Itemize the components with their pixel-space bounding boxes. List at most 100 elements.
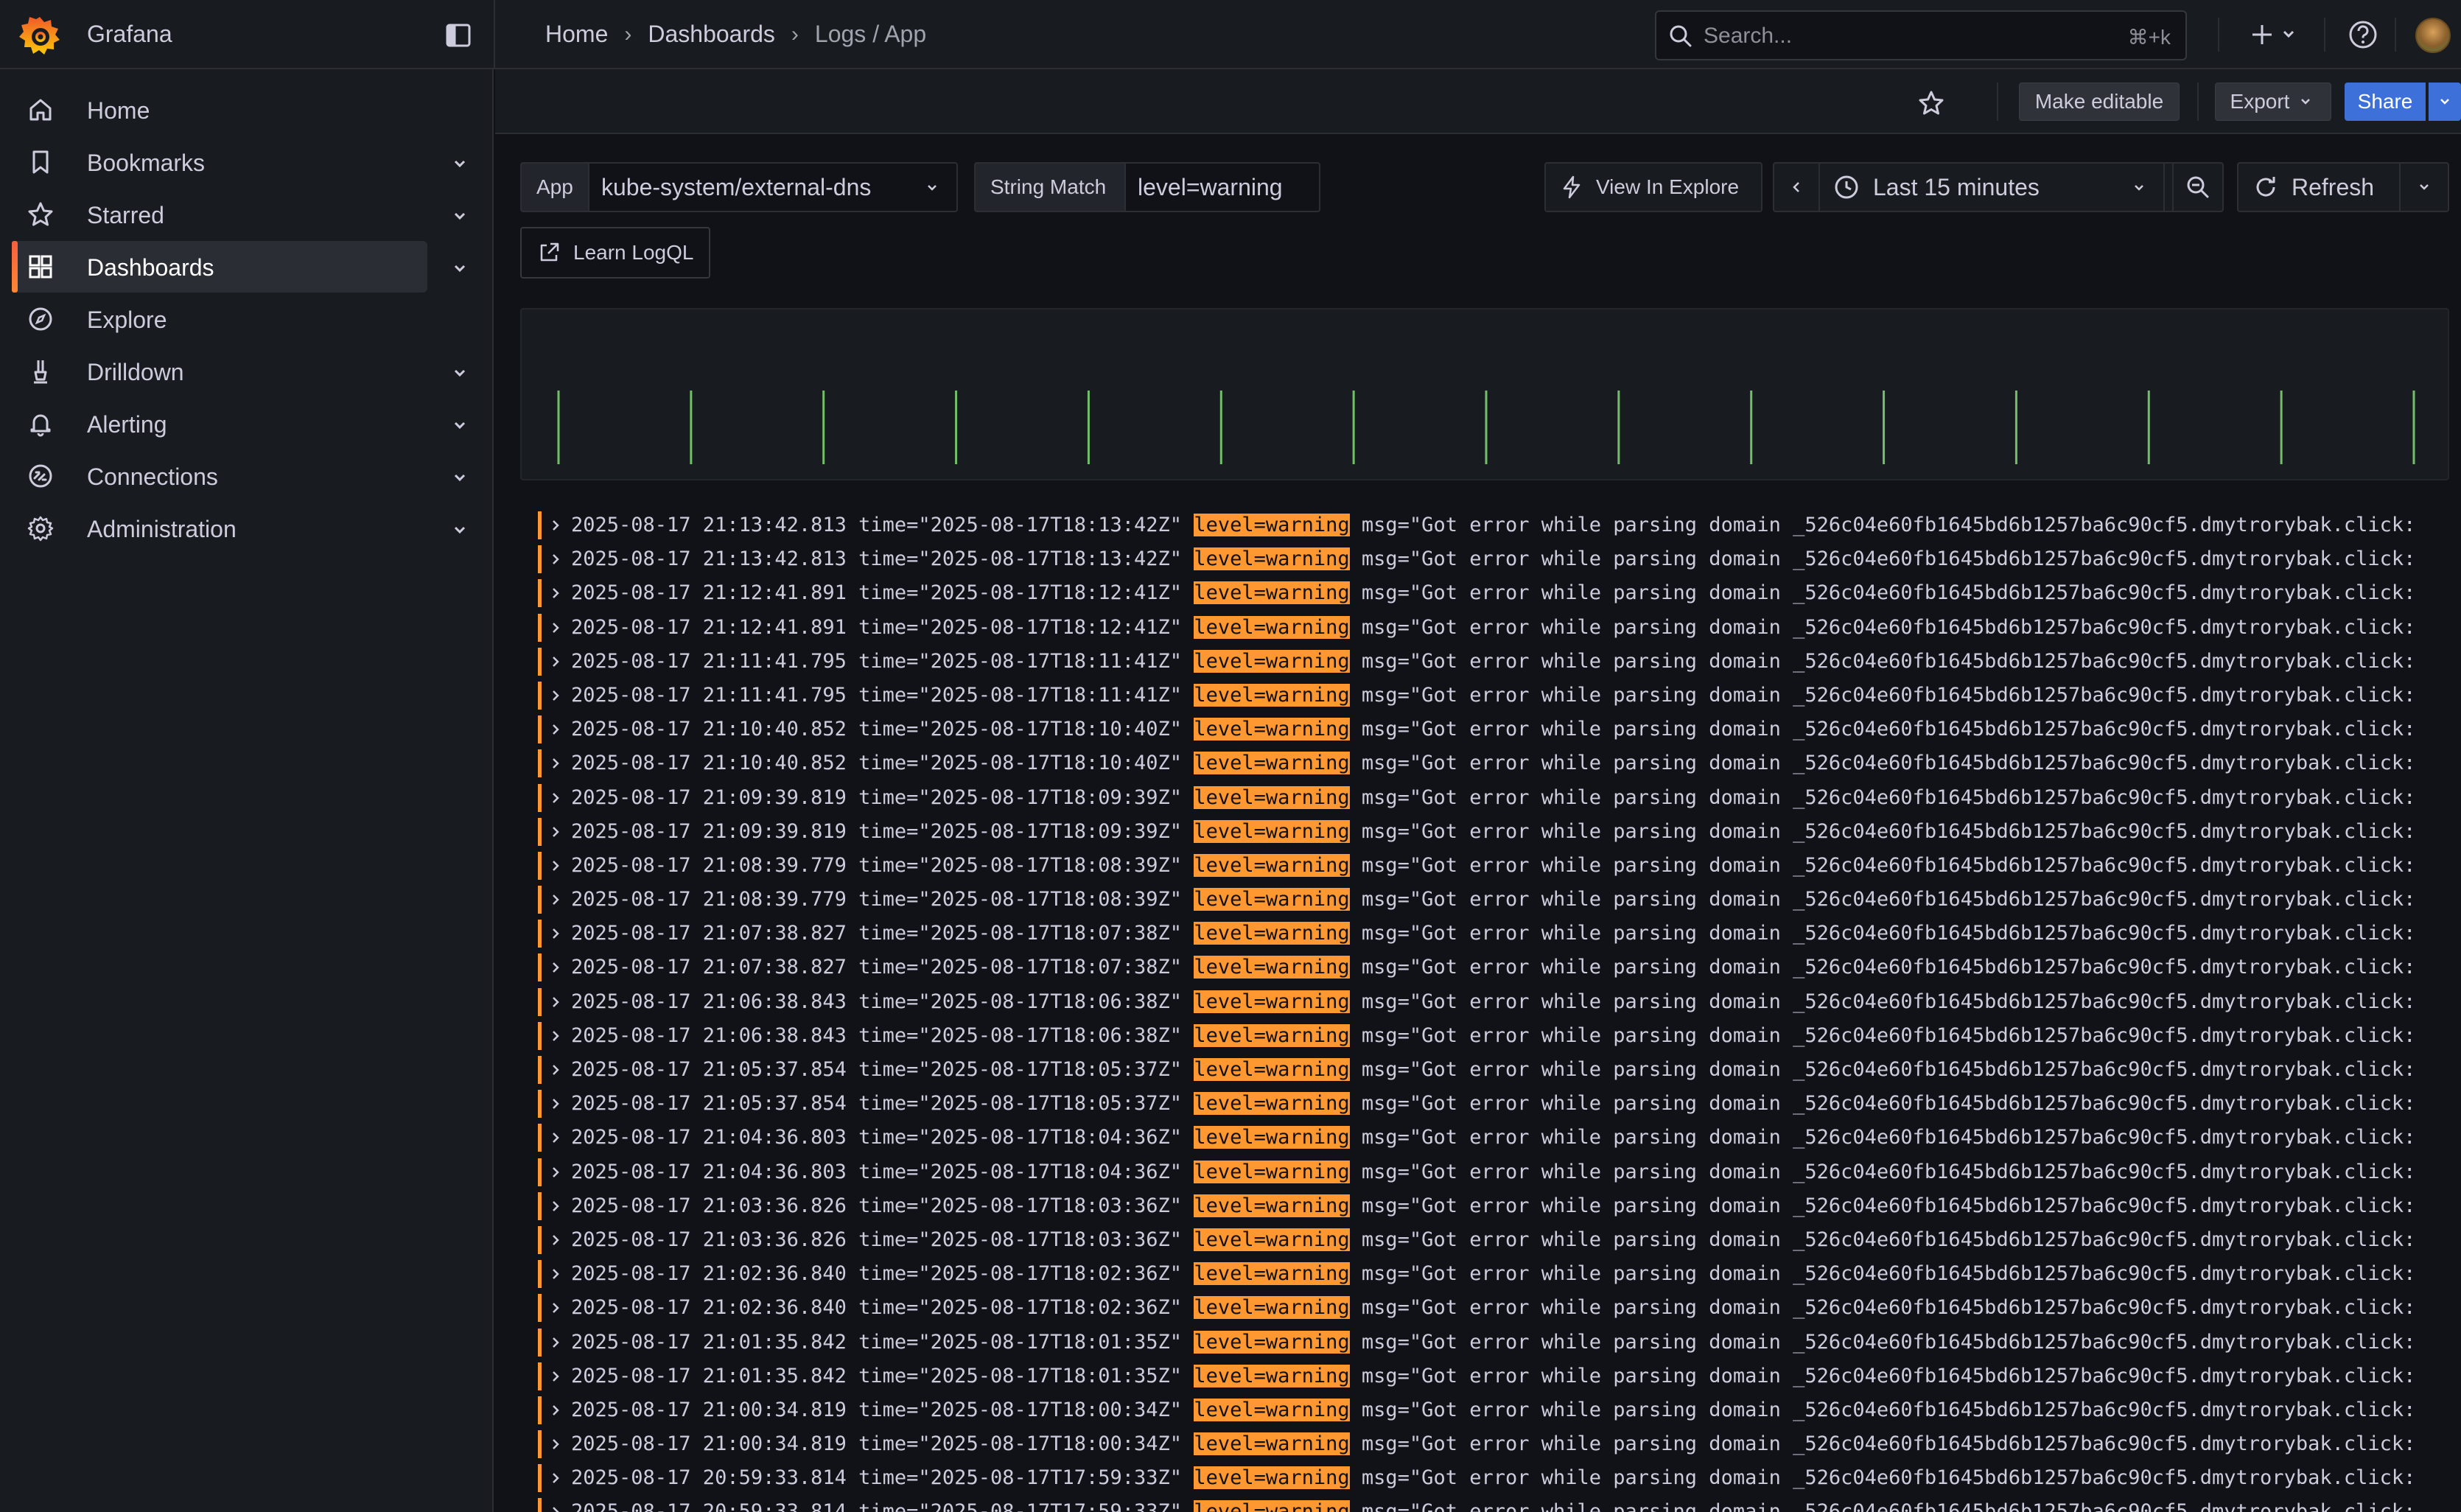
log-message: msg="Got error while parsing domain _526… bbox=[1361, 1194, 2416, 1217]
log-row[interactable]: 2025-08-17 20:59:33.814 time="2025-08-17… bbox=[538, 1495, 2461, 1512]
log-row[interactable]: 2025-08-17 21:08:39.779 time="2025-08-17… bbox=[538, 883, 2461, 917]
chevron-right-icon[interactable] bbox=[548, 1130, 563, 1145]
chevron-right-icon[interactable] bbox=[548, 1165, 563, 1180]
sidebar-item-home[interactable]: Home bbox=[13, 84, 427, 136]
view-in-explore-button[interactable]: View In Explore bbox=[1544, 162, 1762, 212]
chevron-right-icon[interactable] bbox=[548, 892, 563, 907]
log-row[interactable]: 2025-08-17 21:04:36.803 time="2025-08-17… bbox=[538, 1155, 2461, 1189]
log-row[interactable]: 2025-08-17 21:02:36.840 time="2025-08-17… bbox=[538, 1291, 2461, 1325]
log-row[interactable]: 2025-08-17 21:04:36.803 time="2025-08-17… bbox=[538, 1121, 2461, 1155]
chevron-right-icon[interactable] bbox=[548, 926, 563, 941]
chevron-right-icon[interactable] bbox=[548, 1096, 563, 1111]
chevron-right-icon[interactable] bbox=[548, 1301, 563, 1315]
chevron-right-icon[interactable] bbox=[548, 1063, 563, 1077]
grafana-logo-icon[interactable] bbox=[16, 14, 63, 57]
log-row[interactable]: 2025-08-17 21:09:39.819 time="2025-08-17… bbox=[538, 781, 2461, 815]
log-row[interactable]: 2025-08-17 21:06:38.843 time="2025-08-17… bbox=[538, 1019, 2461, 1053]
chevron-right-icon[interactable] bbox=[548, 960, 563, 975]
log-row[interactable]: 2025-08-17 21:13:42.813 time="2025-08-17… bbox=[538, 542, 2461, 576]
sidebar-item-starred[interactable]: Starred bbox=[13, 189, 427, 240]
refresh-button[interactable]: Refresh bbox=[2237, 162, 2401, 212]
chevron-right-icon[interactable] bbox=[548, 1471, 563, 1485]
sidebar-item-bookmarks[interactable]: Bookmarks bbox=[13, 136, 427, 188]
log-row[interactable]: 2025-08-17 21:10:40.852 time="2025-08-17… bbox=[538, 713, 2461, 746]
chevron-right-icon[interactable] bbox=[548, 586, 563, 601]
chevron-right-icon[interactable] bbox=[548, 688, 563, 703]
chevron-right-icon[interactable] bbox=[548, 1199, 563, 1214]
chevron-right-icon[interactable] bbox=[548, 1267, 563, 1281]
make-editable-button[interactable]: Make editable bbox=[2019, 83, 2180, 121]
log-row[interactable]: 2025-08-17 21:12:41.891 time="2025-08-17… bbox=[538, 611, 2461, 645]
log-row[interactable]: 2025-08-17 21:08:39.779 time="2025-08-17… bbox=[538, 849, 2461, 883]
log-row[interactable]: 2025-08-17 21:05:37.854 time="2025-08-17… bbox=[538, 1087, 2461, 1121]
sidebar-item-alerting[interactable]: Alerting bbox=[13, 398, 427, 449]
chevron-right-icon[interactable] bbox=[548, 1369, 563, 1384]
breadcrumb-dashboards[interactable]: Dashboards bbox=[648, 21, 775, 48]
chevron-down-icon[interactable] bbox=[444, 409, 476, 441]
chevron-right-icon[interactable] bbox=[548, 1029, 563, 1043]
chevron-right-icon[interactable] bbox=[548, 995, 563, 1009]
log-row[interactable]: 2025-08-17 21:07:38.827 time="2025-08-17… bbox=[538, 917, 2461, 951]
chevron-down-icon[interactable] bbox=[444, 200, 476, 232]
string-match-input[interactable]: level=warning bbox=[1124, 162, 1320, 212]
log-row[interactable]: 2025-08-17 21:09:39.819 time="2025-08-17… bbox=[538, 815, 2461, 849]
log-row[interactable]: 2025-08-17 21:05:37.854 time="2025-08-17… bbox=[538, 1053, 2461, 1087]
log-row[interactable]: 2025-08-17 21:00:34.819 time="2025-08-17… bbox=[538, 1427, 2461, 1461]
chevron-right-icon[interactable] bbox=[548, 1403, 563, 1418]
chevron-right-icon[interactable] bbox=[548, 552, 563, 567]
chevron-right-icon[interactable] bbox=[548, 756, 563, 771]
log-row[interactable]: 2025-08-17 21:00:34.819 time="2025-08-17… bbox=[538, 1393, 2461, 1427]
log-row[interactable]: 2025-08-17 21:11:41.795 time="2025-08-17… bbox=[538, 645, 2461, 679]
log-row[interactable]: 2025-08-17 21:13:42.813 time="2025-08-17… bbox=[538, 508, 2461, 542]
dock-menu-icon[interactable] bbox=[444, 21, 473, 50]
chevron-down-icon[interactable] bbox=[444, 461, 476, 494]
log-time-field: time="2025-08-17T18:03:36Z" bbox=[858, 1194, 1183, 1217]
log-row[interactable]: 2025-08-17 21:02:36.840 time="2025-08-17… bbox=[538, 1257, 2461, 1291]
time-range-picker[interactable]: Last 15 minutes bbox=[1818, 162, 2165, 212]
sidebar-item-administration[interactable]: Administration bbox=[13, 503, 427, 554]
chevron-right-icon[interactable] bbox=[548, 1437, 563, 1452]
chevron-right-icon[interactable] bbox=[548, 791, 563, 805]
log-row[interactable]: 2025-08-17 20:59:33.814 time="2025-08-17… bbox=[538, 1461, 2461, 1495]
sidebar-item-drilldown[interactable]: Drilldown bbox=[13, 346, 427, 397]
sidebar-item-explore[interactable]: Explore bbox=[13, 293, 427, 345]
chevron-right-icon[interactable] bbox=[548, 1233, 563, 1247]
chevron-down-icon[interactable] bbox=[444, 357, 476, 389]
learn-logql-button[interactable]: Learn LogQL bbox=[520, 227, 710, 279]
refresh-interval-button[interactable] bbox=[2399, 162, 2449, 212]
add-new-button[interactable] bbox=[2249, 18, 2303, 52]
log-row[interactable]: 2025-08-17 21:12:41.891 time="2025-08-17… bbox=[538, 576, 2461, 610]
chevron-right-icon[interactable] bbox=[548, 620, 563, 635]
log-row[interactable]: 2025-08-17 21:01:35.842 time="2025-08-17… bbox=[538, 1359, 2461, 1393]
sidebar-item-dashboards[interactable]: Dashboards bbox=[12, 241, 427, 293]
chevron-down-icon[interactable] bbox=[444, 514, 476, 546]
log-row[interactable]: 2025-08-17 21:06:38.843 time="2025-08-17… bbox=[538, 985, 2461, 1019]
log-row[interactable]: 2025-08-17 21:11:41.795 time="2025-08-17… bbox=[538, 679, 2461, 713]
chevron-down-icon[interactable] bbox=[444, 252, 476, 284]
help-icon[interactable] bbox=[2348, 19, 2378, 50]
chevron-right-icon[interactable] bbox=[548, 518, 563, 533]
app-variable-select[interactable]: kube-system/external-dns bbox=[588, 162, 958, 212]
chevron-right-icon[interactable] bbox=[548, 722, 563, 737]
search-input[interactable]: Search... ⌘+k bbox=[1655, 10, 2187, 60]
time-range-back-button[interactable] bbox=[1773, 162, 1820, 212]
log-row[interactable]: 2025-08-17 21:03:36.826 time="2025-08-17… bbox=[538, 1189, 2461, 1223]
chevron-right-icon[interactable] bbox=[548, 1335, 563, 1350]
chevron-right-icon[interactable] bbox=[548, 654, 563, 669]
sidebar-item-connections[interactable]: Connections bbox=[13, 450, 427, 502]
export-button[interactable]: Export bbox=[2215, 83, 2331, 121]
log-row[interactable]: 2025-08-17 21:10:40.852 time="2025-08-17… bbox=[538, 746, 2461, 780]
user-avatar[interactable] bbox=[2415, 18, 2451, 53]
share-button[interactable]: Share bbox=[2345, 83, 2426, 121]
zoom-out-button[interactable] bbox=[2172, 162, 2224, 212]
chevron-down-icon[interactable] bbox=[444, 147, 476, 180]
chevron-right-icon[interactable] bbox=[548, 825, 563, 839]
log-row[interactable]: 2025-08-17 21:01:35.842 time="2025-08-17… bbox=[538, 1326, 2461, 1359]
breadcrumb-home[interactable]: Home bbox=[545, 21, 608, 48]
chevron-right-icon[interactable] bbox=[548, 1505, 563, 1512]
star-icon[interactable] bbox=[1916, 88, 1947, 119]
log-row[interactable]: 2025-08-17 21:03:36.826 time="2025-08-17… bbox=[538, 1223, 2461, 1257]
share-options-button[interactable] bbox=[2429, 83, 2461, 121]
log-row[interactable]: 2025-08-17 21:07:38.827 time="2025-08-17… bbox=[538, 951, 2461, 984]
chevron-right-icon[interactable] bbox=[548, 858, 563, 873]
